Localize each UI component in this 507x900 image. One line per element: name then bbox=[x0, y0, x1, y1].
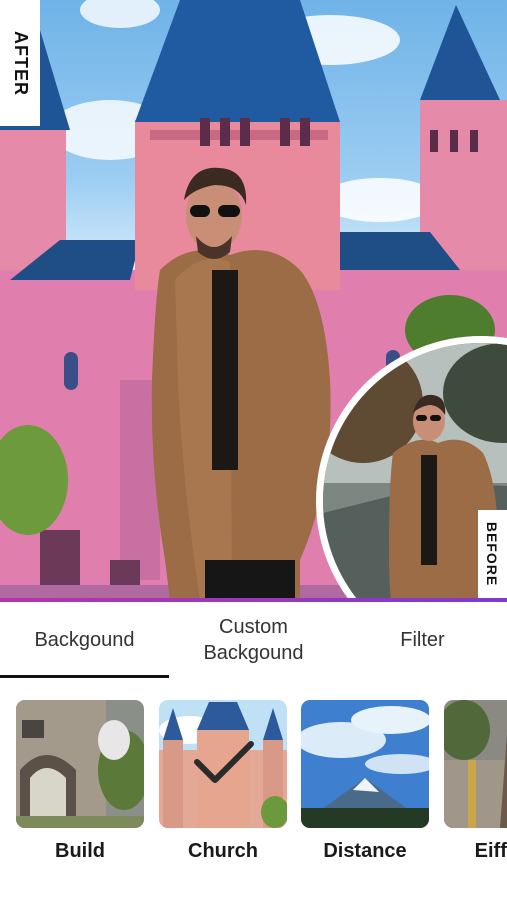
distance-thumbnail-image bbox=[301, 700, 429, 828]
tab-custom-background[interactable]: Custom Backgound bbox=[169, 602, 338, 678]
selected-check-icon bbox=[194, 741, 254, 783]
thumbnail-build[interactable]: Build bbox=[16, 700, 144, 863]
thumbnail-label: Church bbox=[188, 840, 258, 862]
build-thumbnail-image bbox=[16, 700, 144, 828]
church-thumbnail-image bbox=[159, 700, 287, 828]
tab-background[interactable]: Backgound bbox=[0, 602, 169, 678]
thumbnail-label: Eiffel T bbox=[474, 840, 507, 862]
thumbnail-label: Build bbox=[55, 840, 105, 862]
eiffel-thumbnail-image bbox=[444, 700, 507, 828]
before-label: BEFORE bbox=[478, 510, 507, 598]
thumbnail-eiffel[interactable]: Eiffel T bbox=[444, 700, 507, 863]
background-thumbnail-list: Build Church Distance Eiff bbox=[0, 700, 507, 880]
category-tabs: Backgound Custom Backgound Filter bbox=[0, 602, 507, 678]
thumbnail-distance[interactable]: Distance bbox=[301, 700, 429, 863]
thumbnail-label: Distance bbox=[323, 840, 407, 862]
after-label: AFTER bbox=[0, 0, 40, 126]
thumbnail-church[interactable]: Church bbox=[159, 700, 287, 863]
tab-filter[interactable]: Filter bbox=[338, 602, 507, 678]
edited-photo-preview: AFTER BEFORE bbox=[0, 0, 507, 600]
